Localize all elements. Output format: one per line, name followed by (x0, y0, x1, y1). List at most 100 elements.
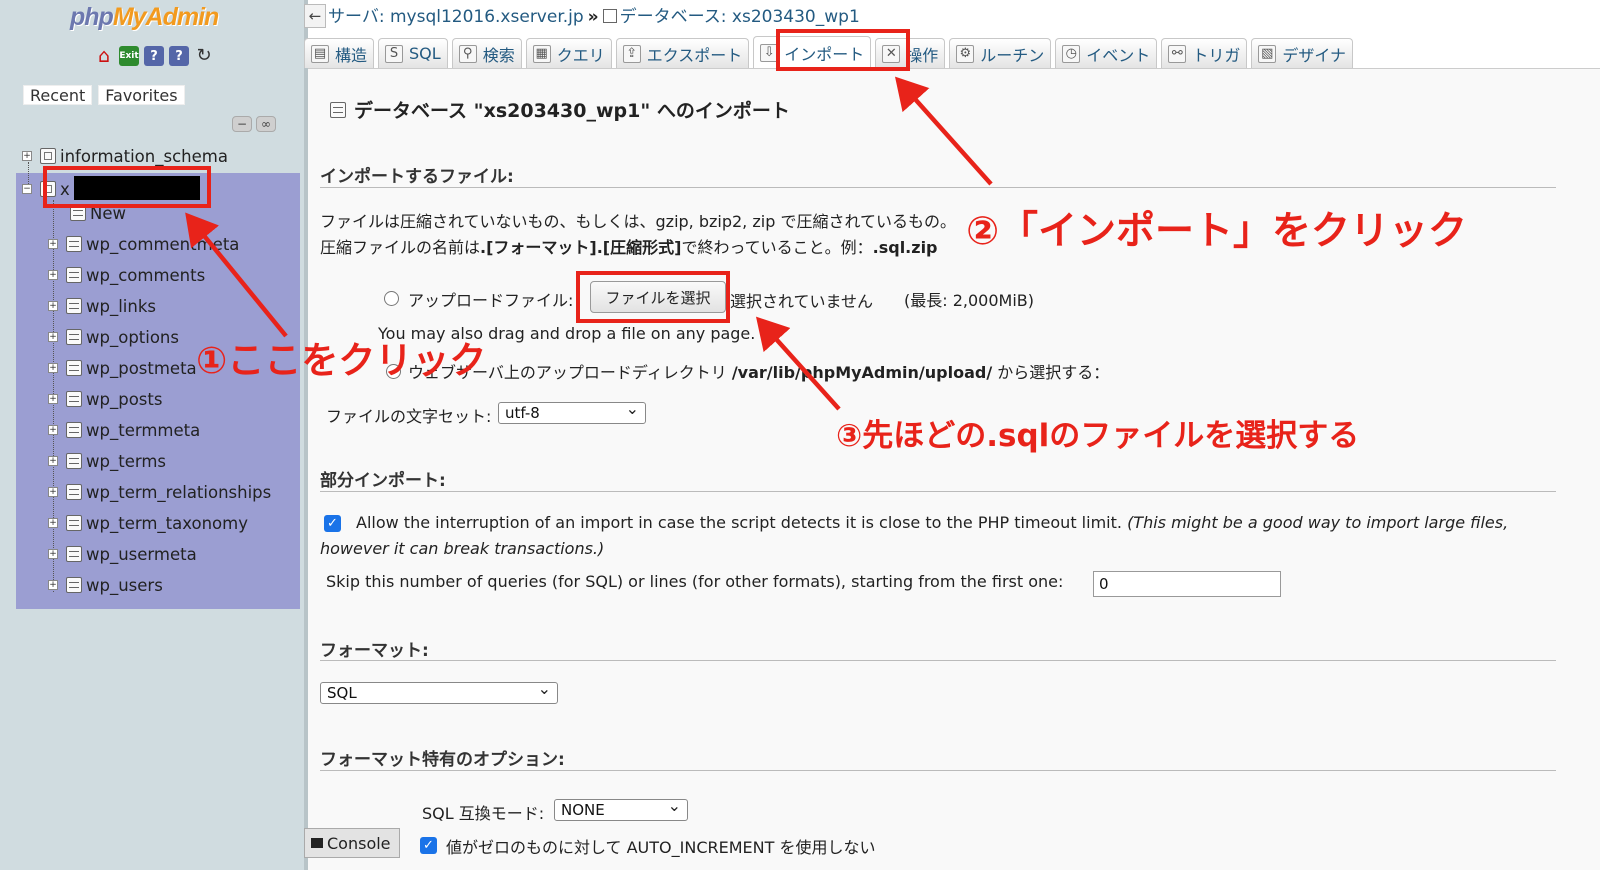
annotation-box-import-tab (776, 29, 910, 71)
tree-item-information-schema[interactable]: + information_schema (22, 145, 228, 167)
annotation-step3: ③先ほどの.sqlのファイルを選択する (836, 418, 1360, 454)
home-icon[interactable]: ⌂ (94, 46, 114, 66)
table-icon (66, 484, 82, 500)
breadcrumb-database[interactable]: データベース: xs203430_wp1 (620, 7, 860, 27)
table-icon (66, 267, 82, 283)
format-options-title: フォーマット特有のオプション: (320, 750, 565, 770)
database-icon (602, 9, 617, 23)
divider (320, 660, 1556, 661)
allow-interrupt-label: Allow the interruption of an import in c… (356, 513, 1509, 532)
allow-interrupt-note: however it can break transactions.) (320, 539, 605, 558)
tree-item-table[interactable]: + wp_users (48, 574, 163, 596)
expand-icon[interactable]: + (48, 363, 58, 373)
divider (320, 187, 1556, 188)
console-icon (311, 838, 323, 848)
table-icon (66, 515, 82, 531)
expand-icon[interactable]: + (48, 549, 58, 559)
allow-interrupt-checkbox[interactable]: ✓ (324, 515, 341, 532)
annotation-step2: ②「インポート」をクリック (966, 209, 1468, 254)
recent-tab[interactable]: Recent (23, 85, 93, 105)
phpmyadmin-logo[interactable]: phpMyAdmin (70, 2, 238, 32)
partial-import-title: 部分インポート: (320, 471, 446, 491)
page-title: データベース "xs203430_wp1" へのインポート (330, 96, 790, 123)
tree-item-table[interactable]: + wp_terms (48, 450, 166, 472)
divider (320, 491, 1556, 492)
expand-icon[interactable]: + (48, 301, 58, 311)
tree-item-table[interactable]: + wp_links (48, 295, 156, 317)
tab-sql[interactable]: S SQL (378, 38, 448, 68)
tree-item-table[interactable]: + wp_options (48, 326, 179, 348)
import-icon (330, 101, 346, 118)
reload-icon[interactable]: ↻ (194, 46, 214, 66)
skip-queries-input[interactable]: 0 (1093, 571, 1281, 597)
annotation-box-database (43, 166, 211, 208)
console-button[interactable]: Console (304, 828, 400, 858)
tab-routines[interactable]: ⚙ ルーチン (949, 38, 1052, 68)
tab-structure[interactable]: ▤ 構造 (304, 38, 375, 68)
expand-icon[interactable]: + (48, 425, 58, 435)
structure-icon: ▤ (311, 44, 329, 63)
tab-designer[interactable]: ▧ デザイナ (1251, 38, 1354, 68)
link-with-main-icon[interactable]: ∞ (256, 116, 276, 132)
no-auto-increment-zero-checkbox[interactable]: ✓ (420, 837, 437, 854)
webserver-upload-label: ウェブサーバ上のアップロードディレクトリ /var/lib/phpMyAdmin… (408, 363, 1110, 382)
help-icon[interactable]: ? (144, 46, 164, 66)
tree-item-table[interactable]: + wp_comments (48, 264, 205, 286)
tabs-divider (308, 68, 1600, 69)
upload-file-label: アップロードファイル: (408, 291, 574, 310)
expand-icon[interactable]: + (48, 580, 58, 590)
tree-item-table[interactable]: + wp_term_relationships (48, 481, 271, 503)
tab-export[interactable]: ⇪ エクスポート (615, 38, 750, 68)
table-icon (66, 453, 82, 469)
sql-compat-label: SQL 互換モード: (422, 804, 545, 823)
format-select[interactable]: SQL (320, 679, 558, 704)
tree-item-table[interactable]: + wp_term_taxonomy (48, 512, 248, 534)
tree-item-table[interactable]: + wp_commentmeta (48, 233, 239, 255)
top-breadcrumb-bar: ← サーバ: mysql12016.xserver.jp» データベース: xs2… (304, 0, 1600, 34)
search-icon: ⚲ (458, 44, 477, 63)
tab-triggers[interactable]: ⚯ トリガ (1161, 38, 1248, 68)
export-icon: ⇪ (622, 44, 641, 63)
tree-item-table[interactable]: + wp_usermeta (48, 543, 197, 565)
expand-icon[interactable]: + (22, 151, 32, 161)
max-upload-size: (最長: 2,000MiB) (904, 291, 1034, 310)
tab-events[interactable]: ◷ イベント (1055, 38, 1158, 68)
docs-icon[interactable]: ? (169, 46, 189, 66)
tab-search[interactable]: ⚲ 検索 (451, 38, 522, 68)
routines-icon: ⚙ (956, 44, 975, 63)
expand-icon[interactable]: + (48, 518, 58, 528)
expand-icon[interactable]: + (48, 332, 58, 342)
tree-item-table[interactable]: + wp_postmeta (48, 357, 197, 379)
sql-icon: S (385, 44, 404, 63)
expand-icon[interactable]: + (48, 270, 58, 280)
back-arrow-icon[interactable]: ← (304, 4, 326, 28)
skip-queries-label: Skip this number of queries (for SQL) or… (326, 572, 1064, 591)
expand-icon[interactable]: + (48, 487, 58, 497)
collapse-icon[interactable]: − (22, 184, 32, 194)
recent-favorites-tabs: Recent Favorites (23, 85, 185, 105)
table-icon (66, 546, 82, 562)
expand-icon[interactable]: + (48, 456, 58, 466)
charset-label: ファイルの文字セット: (326, 407, 492, 426)
tab-query[interactable]: ▦ クエリ (525, 38, 612, 68)
charset-select[interactable]: utf-8 (498, 399, 646, 424)
annotation-box-choose-file (576, 271, 730, 323)
exit-icon[interactable]: Exit (119, 46, 139, 66)
query-icon: ▦ (532, 44, 551, 63)
format-section-title: フォーマット: (320, 641, 429, 661)
tree-item-table[interactable]: + wp_posts (48, 388, 162, 410)
collapse-all-icon[interactable]: − (232, 116, 252, 132)
tree-item-table[interactable]: + wp_termmeta (48, 419, 200, 441)
divider (320, 770, 1556, 771)
breadcrumb-server[interactable]: サーバ: mysql12016.xserver.jp (328, 7, 584, 27)
expand-icon[interactable]: + (48, 239, 58, 249)
table-icon (66, 422, 82, 438)
tree-controls: − ∞ (232, 116, 276, 132)
sql-compat-select[interactable]: NONE (554, 796, 688, 821)
file-description-line2: 圧縮ファイルの名前は.[フォーマット].[圧縮形式]で終わっていること。例：.s… (320, 238, 938, 257)
expand-icon[interactable]: + (48, 394, 58, 404)
favorites-tab[interactable]: Favorites (98, 85, 185, 105)
upload-file-radio[interactable] (384, 291, 399, 306)
table-icon (66, 577, 82, 593)
database-icon (40, 148, 56, 164)
